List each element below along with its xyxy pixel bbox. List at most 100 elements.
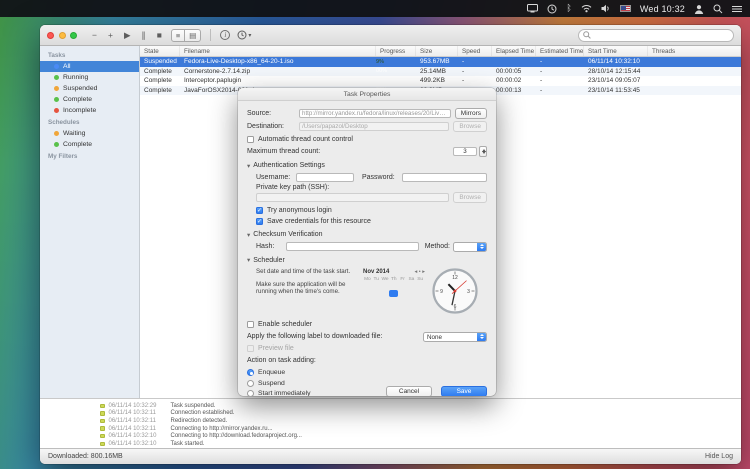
- calendar-day[interactable]: [381, 304, 390, 311]
- display-icon[interactable]: [527, 4, 538, 13]
- calendar-day[interactable]: [398, 304, 407, 311]
- bluetooth-icon[interactable]: ᛒ: [566, 4, 571, 13]
- column-header-threads[interactable]: Threads: [648, 46, 741, 56]
- calendar-day[interactable]: [398, 297, 407, 304]
- enqueue-radio[interactable]: [247, 369, 254, 376]
- table-row[interactable]: Complete Cornerstone-2.7.14.zip 100% 25.…: [140, 67, 741, 77]
- calendar-day[interactable]: [372, 297, 381, 304]
- enable-scheduler-checkbox[interactable]: [247, 321, 254, 328]
- calendar-day[interactable]: [363, 283, 372, 290]
- add-task-button[interactable]: +: [106, 30, 115, 41]
- column-header-estimated-time[interactable]: Estimated Time: [536, 46, 584, 56]
- remove-task-button[interactable]: −: [90, 30, 99, 41]
- save-button[interactable]: Save: [441, 386, 487, 396]
- calendar-day[interactable]: [372, 304, 381, 311]
- volume-icon[interactable]: [601, 4, 611, 13]
- search-input[interactable]: [594, 32, 729, 39]
- calendar-day[interactable]: [363, 311, 372, 318]
- sidebar-item[interactable]: Suspended: [40, 83, 139, 94]
- calendar-day[interactable]: [381, 311, 390, 318]
- column-header-elapsed-time[interactable]: Elapsed Time: [492, 46, 536, 56]
- list-view-button[interactable]: ≡: [172, 30, 185, 41]
- time-machine-icon[interactable]: [547, 4, 557, 14]
- user-icon[interactable]: [694, 4, 704, 14]
- sidebar-item[interactable]: Complete: [40, 139, 139, 150]
- column-header-filename[interactable]: Filename: [180, 46, 376, 56]
- menubar-clock[interactable]: Wed 10:32: [640, 4, 685, 14]
- calendar-day[interactable]: [381, 297, 390, 304]
- calendar-day[interactable]: [389, 283, 398, 290]
- calendar-day[interactable]: [381, 283, 390, 290]
- calendar-day[interactable]: [389, 297, 398, 304]
- source-field[interactable]: http://mirror.yandex.ru/fedora/linux/rel…: [299, 109, 451, 118]
- suspend-radio[interactable]: [247, 380, 254, 387]
- calendar-day[interactable]: [389, 304, 398, 311]
- max-thread-field[interactable]: 3: [453, 147, 477, 156]
- us-flag-icon[interactable]: [620, 5, 631, 12]
- calendar-day[interactable]: [363, 297, 372, 304]
- sidebar-item[interactable]: Running: [40, 72, 139, 83]
- password-field[interactable]: [402, 173, 487, 182]
- label-dropdown[interactable]: None: [423, 332, 487, 342]
- auth-section-header[interactable]: ▾ Authentication Settings: [247, 161, 487, 170]
- zoom-button[interactable]: [70, 32, 77, 39]
- start-task-button[interactable]: ▶: [122, 30, 133, 41]
- calendar-day[interactable]: [398, 283, 407, 290]
- hide-log-button[interactable]: Hide Log: [705, 453, 733, 460]
- destination-field[interactable]: /Users/papazol/Desktop: [299, 122, 449, 131]
- calendar-day[interactable]: [372, 311, 381, 318]
- calendar-day[interactable]: [407, 283, 416, 290]
- calendar-day[interactable]: [398, 290, 407, 297]
- anonymous-login-checkbox[interactable]: [256, 207, 263, 214]
- username-field[interactable]: [296, 173, 354, 182]
- sidebar-item[interactable]: Incomplete: [40, 105, 139, 116]
- ssh-key-field[interactable]: [256, 193, 449, 202]
- sidebar-item[interactable]: Complete: [40, 94, 139, 105]
- wifi-icon[interactable]: [581, 4, 592, 13]
- column-header-progress[interactable]: Progress: [376, 46, 416, 56]
- sidebar-item[interactable]: Waiting: [40, 128, 139, 139]
- schedule-button[interactable]: ▾: [237, 30, 251, 40]
- calendar-day[interactable]: [363, 304, 372, 311]
- calendar-day[interactable]: [389, 290, 398, 297]
- spotlight-icon[interactable]: [713, 4, 723, 14]
- table-row[interactable]: Complete Interceptor.paplugin 100% 499.2…: [140, 76, 741, 86]
- calendar-day[interactable]: [416, 283, 425, 290]
- calendar-day[interactable]: [407, 304, 416, 311]
- calendar-day[interactable]: [372, 290, 381, 297]
- checksum-section-header[interactable]: ▾ Checksum Verification: [247, 230, 487, 239]
- calendar-day[interactable]: [363, 290, 372, 297]
- column-header-size[interactable]: Size: [416, 46, 458, 56]
- calendar-day[interactable]: [416, 304, 425, 311]
- grid-view-button[interactable]: ▤: [185, 30, 200, 41]
- save-credentials-checkbox[interactable]: [256, 218, 263, 225]
- method-dropdown[interactable]: [453, 242, 487, 252]
- calendar-today-button[interactable]: •: [419, 269, 421, 275]
- info-button[interactable]: i: [220, 30, 230, 40]
- sidebar-item[interactable]: All: [40, 61, 139, 72]
- calendar-day[interactable]: [416, 297, 425, 304]
- cancel-button[interactable]: Cancel: [386, 386, 432, 396]
- hash-field[interactable]: [286, 242, 419, 251]
- pause-task-button[interactable]: ∥: [139, 30, 147, 41]
- calendar-next-button[interactable]: ▸: [422, 269, 425, 275]
- search-field[interactable]: [578, 29, 734, 42]
- stop-task-button[interactable]: ■: [155, 30, 164, 41]
- table-row[interactable]: Suspended Fedora-Live-Desktop-x86_64-20-…: [140, 57, 741, 67]
- auto-thread-checkbox[interactable]: [247, 136, 254, 143]
- column-header-speed[interactable]: Speed: [458, 46, 492, 56]
- scheduler-section-header[interactable]: ▾ Scheduler: [247, 256, 487, 265]
- calendar-day[interactable]: [407, 290, 416, 297]
- close-button[interactable]: [47, 32, 54, 39]
- calendar-day[interactable]: [416, 290, 425, 297]
- column-header-start-time[interactable]: Start Time: [584, 46, 648, 56]
- calendar-day[interactable]: [407, 297, 416, 304]
- calendar-day[interactable]: [398, 311, 407, 318]
- calendar-prev-button[interactable]: ◂: [415, 269, 418, 275]
- calendar-day[interactable]: [416, 311, 425, 318]
- notification-center-icon[interactable]: [732, 5, 742, 13]
- mirrors-button[interactable]: Mirrors: [455, 108, 487, 119]
- minimize-button[interactable]: [59, 32, 66, 39]
- column-header-state[interactable]: State: [140, 46, 180, 56]
- start-immediately-radio[interactable]: [247, 390, 254, 396]
